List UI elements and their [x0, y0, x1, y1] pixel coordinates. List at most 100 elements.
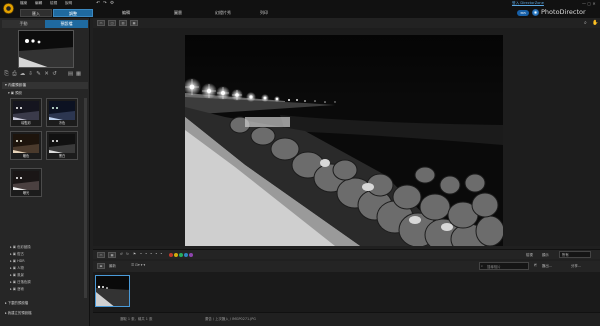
filmstrip	[93, 272, 600, 312]
export-preset-icon[interactable]: ⎙	[11, 71, 18, 78]
tab-adjust[interactable]: 調整	[53, 9, 93, 17]
app-name: PhotoDirector	[541, 8, 586, 16]
label-blue[interactable]	[184, 253, 188, 257]
export-button[interactable]: 匯出...	[542, 263, 552, 268]
menu-edit[interactable]: 編輯	[35, 1, 42, 6]
import-preset-icon[interactable]: ⎘	[3, 71, 10, 78]
tab-manual[interactable]: 手動	[2, 20, 45, 28]
filmstrip-thumbnail[interactable]	[95, 275, 130, 307]
group-sunset[interactable]: ▸ ▣ 日落色調	[10, 279, 31, 285]
menu-file[interactable]: 檔案	[20, 1, 27, 6]
preview-image	[19, 31, 73, 67]
downloaded-presets-header[interactable]: ▸ 下載的預設檔	[2, 300, 88, 306]
cloud-icon[interactable]: ☁	[19, 71, 26, 78]
sort-options-icon[interactable]: ☰ ⊡▾ ▾ ▾	[131, 263, 145, 267]
preset-toolbar: ⎘ ⎙ ☁ ⇩ ✎ ✕ ↺ ▤ ▦	[3, 71, 87, 80]
file-path: 廣告 / 上次匯入 / IMGP0271.JPG	[205, 317, 256, 321]
filmstrip-grid-icon[interactable]: ▦	[108, 252, 116, 258]
cyberlink-logo-icon[interactable]	[3, 3, 14, 14]
preset-vivid-label: 增豔彩	[21, 121, 31, 125]
builtin-presets-header[interactable]: ▾ 內建預設檔	[2, 82, 88, 89]
label-purple[interactable]	[189, 253, 193, 257]
list-view-icon[interactable]: ▤	[67, 71, 74, 78]
download-icon[interactable]: ⇩	[27, 71, 34, 78]
preview-thumbnail	[18, 30, 74, 68]
group-color-shift[interactable]: ▸ ▣ 色彩變換	[10, 244, 31, 250]
group-vintage[interactable]: ▸ ▣ 復古	[10, 251, 24, 257]
main-photo-image	[185, 35, 503, 246]
preset-bw[interactable]: 黑白	[46, 131, 78, 160]
tab-slideshow[interactable]: 幻燈片秀	[196, 9, 250, 17]
label-yellow[interactable]	[174, 253, 178, 257]
tab-import[interactable]: 匯入	[20, 9, 52, 17]
rotate-icon[interactable]: ↺	[51, 71, 58, 78]
main-photo[interactable]	[185, 35, 503, 246]
group-landscape[interactable]: ▸ ▣ 風景	[10, 272, 24, 278]
compare-view-icon[interactable]: ◫	[108, 20, 116, 26]
menu-help[interactable]: 說明	[65, 1, 72, 6]
preset-group-list: ▸ ▣ 色彩變換 ▸ ▣ 復古 ▸ ▣ HDR ▸ ▣ 人物 ▸ ▣ 風景 ▸ …	[10, 244, 88, 300]
grid-view-icon[interactable]: ▦	[75, 71, 82, 78]
login-link[interactable]: 登入 DirectorZone	[512, 1, 544, 6]
search-icon: ⌕	[481, 264, 483, 268]
preset-cool-image	[49, 101, 75, 120]
preset-exposure-label: 曝光	[22, 191, 30, 195]
redo-icon[interactable]: ↷	[103, 1, 107, 6]
search-field[interactable]: ⌕ 搜尋相片	[479, 262, 529, 270]
single-view-icon[interactable]: ▭	[97, 20, 105, 26]
left-panel: 手動 預設檔 ⎘ ⎙ ☁ ⇩ ✎ ✕ ↺ ▤ ▦ ▾ 內建預設檔 ▾ ▣ 預設	[0, 18, 90, 326]
group-color-shift-label: 色彩變換	[17, 245, 31, 249]
preset-bw-image	[49, 134, 75, 153]
builtin-presets-label: 內建預設檔	[7, 83, 26, 87]
share-button[interactable]: 分享...	[571, 263, 581, 268]
version-badge: 365	[517, 10, 529, 16]
group-hdr-label: HDR	[17, 259, 25, 263]
preset-vivid-image	[13, 101, 39, 120]
tab-print[interactable]: 列印	[246, 9, 282, 17]
photodirector-window: 檔案 編輯 檢視 說明 ↶ ↷ ⚙ 匯入 調整 編輯 圖層 幻燈片秀 列印 登入…	[0, 0, 600, 326]
preset-exposure[interactable]: 曝光	[10, 168, 42, 197]
filmstrip-view-icon[interactable]: ▭	[97, 252, 105, 258]
group-hdr[interactable]: ▸ ▣ HDR	[10, 258, 25, 264]
my-presets-header[interactable]: ▸ 我建立的預設檔	[2, 310, 88, 316]
preset-warm-image	[13, 134, 39, 153]
menu-view[interactable]: 檢視	[50, 1, 57, 6]
tab-edit[interactable]: 編輯	[106, 9, 146, 17]
preset-cool[interactable]: 冷色	[46, 98, 78, 127]
label-green[interactable]	[179, 253, 183, 257]
filter-icon[interactable]: ◩	[534, 263, 537, 267]
show-all-icon[interactable]: ▬	[97, 263, 105, 269]
preset-vivid[interactable]: 增豔彩	[10, 98, 42, 127]
undo-icon[interactable]: ↶	[96, 1, 100, 6]
brush-icon[interactable]: ✎	[35, 71, 42, 78]
preset-cool-label: 冷色	[58, 121, 66, 125]
delete-icon[interactable]: ✕	[43, 71, 50, 78]
group-artistic[interactable]: ▸ ▣ 藝術	[10, 286, 24, 292]
panel-scrollbar[interactable]	[84, 98, 87, 298]
grid-layout-icon[interactable]: ▦	[130, 20, 138, 26]
pan-hand-icon[interactable]: ✋	[592, 20, 598, 26]
group-vintage-label: 復古	[17, 252, 24, 256]
rotate-right-icon[interactable]: ↻	[126, 252, 129, 256]
window-controls[interactable]: — ▢ ✕	[582, 1, 596, 6]
tab-presets[interactable]: 預設檔	[45, 20, 88, 28]
group-artistic-label: 藝術	[17, 287, 24, 291]
zoom-icon[interactable]: ⌕	[584, 20, 587, 26]
preset-warm[interactable]: 暖色	[10, 131, 42, 160]
group-portrait[interactable]: ▸ ▣ 人物	[10, 265, 24, 271]
label-red[interactable]	[169, 253, 173, 257]
search-placeholder: 搜尋相片	[487, 265, 501, 269]
status-bar	[93, 312, 600, 326]
star-rating[interactable]: • • • • •	[140, 252, 163, 256]
display-label: 顯示	[542, 253, 549, 257]
settings-icon[interactable]: ⚙	[110, 1, 114, 6]
title-bar: 檔案 編輯 檢視 說明 ↶ ↷ ⚙ 匯入 調整 編輯 圖層 幻燈片秀 列印 登入…	[0, 0, 600, 18]
rotate-left-icon[interactable]: ↺	[120, 252, 123, 256]
view-label: 檢視	[526, 253, 533, 257]
split-view-icon[interactable]: ▥	[119, 20, 127, 26]
flag-icon[interactable]: ⚑	[133, 252, 136, 256]
sort-label[interactable]: 最新	[109, 263, 116, 268]
display-select[interactable]: 所有	[559, 251, 591, 258]
filmstrip-toolbar: ▭ ▦ ↺ ↻ ⚑ • • • • • 檢視 顯示 所有	[93, 249, 600, 259]
default-group-header[interactable]: ▾ ▣ 預設	[8, 90, 88, 96]
